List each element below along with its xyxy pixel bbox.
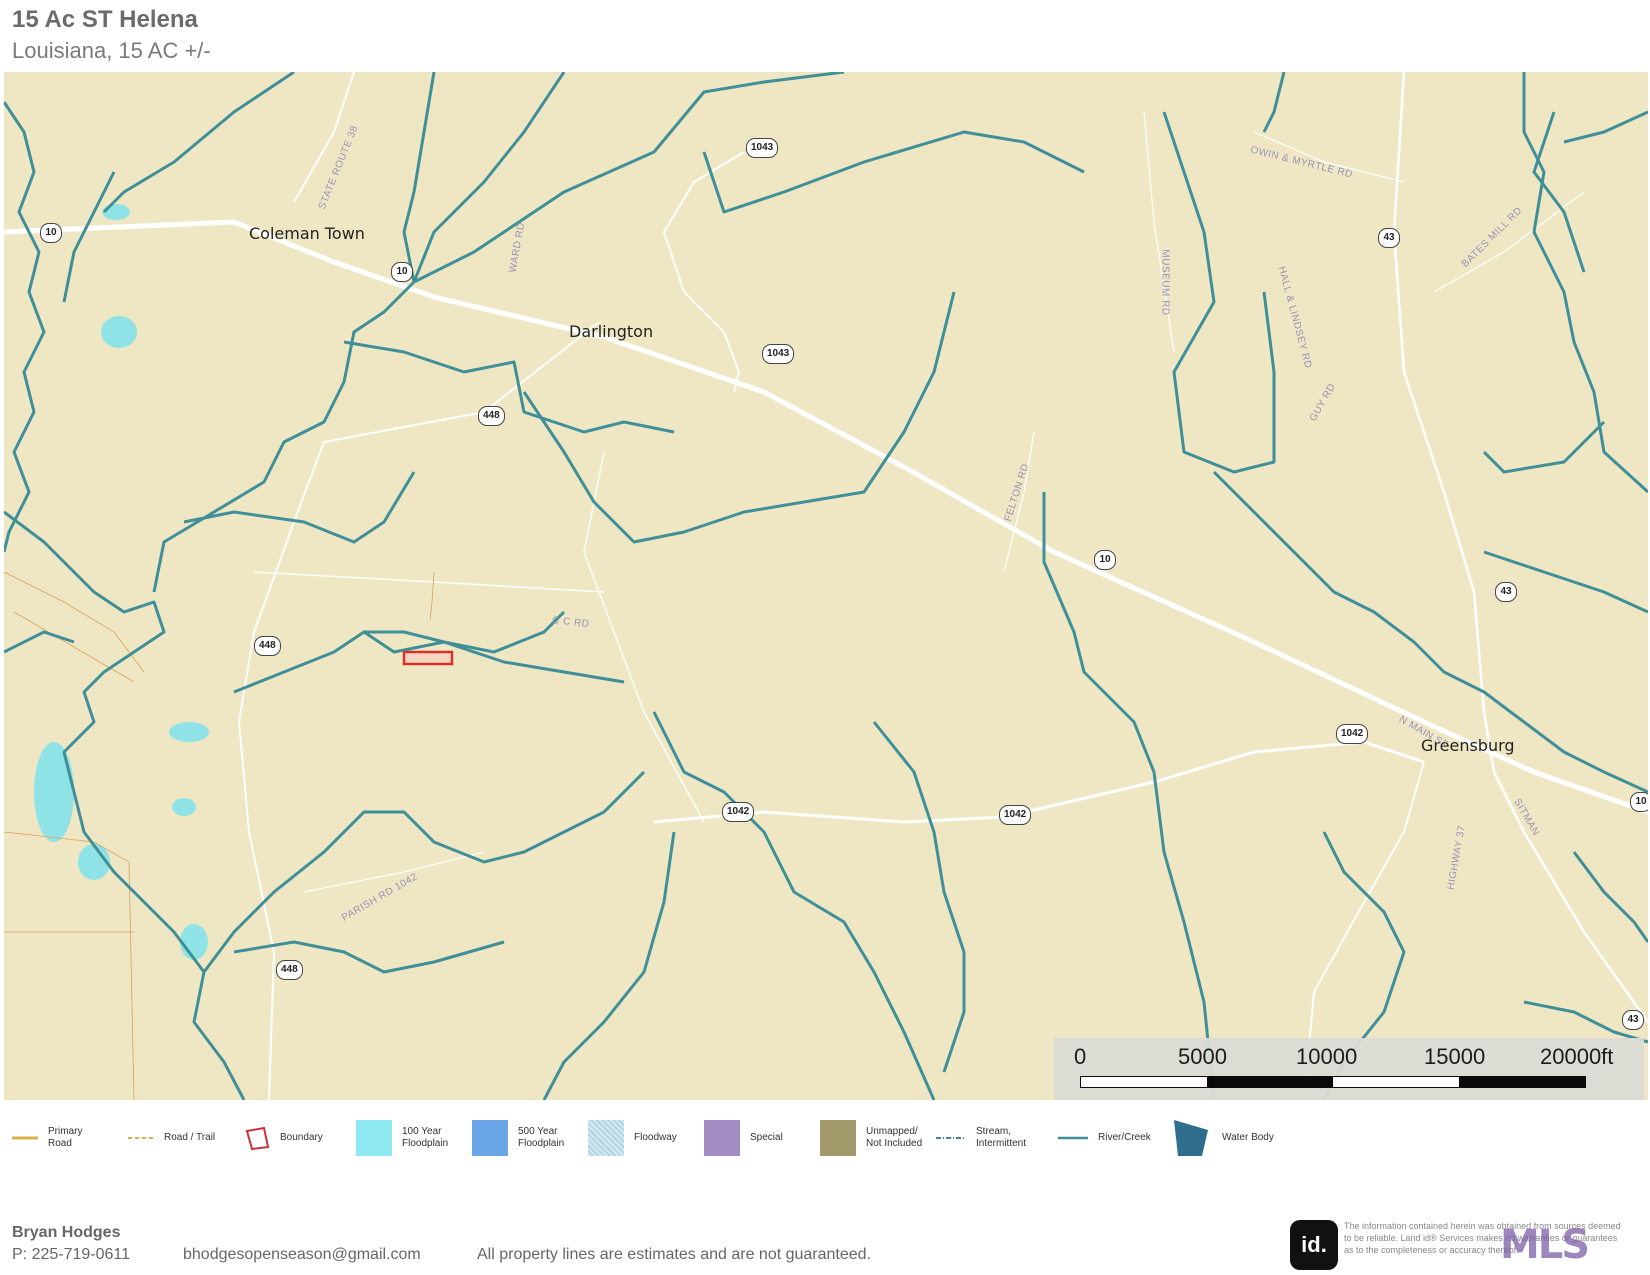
- stream-icon: [936, 1137, 966, 1139]
- scale-bar-panel: 0 5000 10000 15000 20000ft: [1054, 1038, 1644, 1100]
- agent-phone[interactable]: P: 225-719-0611: [12, 1246, 130, 1264]
- scale-bar: [1080, 1076, 1586, 1088]
- route-shield: 1042: [1336, 724, 1369, 744]
- route-shield: 1042: [722, 802, 755, 822]
- water-body-icon: [1174, 1120, 1208, 1156]
- legend-item-floodway: Floodway: [588, 1118, 694, 1158]
- page-title: 15 Ac ST Helena: [12, 6, 198, 33]
- map-canvas[interactable]: Coleman Town Darlington Greensburg STATE…: [4, 72, 1648, 1100]
- parcel-lines: [4, 571, 435, 1100]
- route-shield: 10: [391, 262, 413, 282]
- water-bodies: [34, 204, 209, 960]
- legend-item-stream: Stream, Intermittent: [936, 1118, 1036, 1158]
- special-icon: [704, 1120, 740, 1156]
- route-shield: 448: [276, 960, 303, 980]
- scale-tick: 10000: [1296, 1044, 1358, 1069]
- subject-parcel[interactable]: [402, 650, 454, 666]
- boundary-icon: [245, 1126, 270, 1151]
- legend-item-primary-road: Primary Road: [12, 1118, 108, 1158]
- legend-item-road-trail: Road / Trail: [128, 1118, 224, 1158]
- legend-item-floodplain-500: 500 Year Floodplain: [472, 1118, 578, 1158]
- route-shield: 1042: [999, 805, 1032, 825]
- place-coleman-town: Coleman Town: [249, 224, 365, 243]
- scale-tick: 5000: [1178, 1044, 1227, 1069]
- route-shield: 43: [1495, 582, 1517, 602]
- route-shield: 43: [1622, 1010, 1644, 1030]
- road-trail-icon: [128, 1137, 154, 1139]
- scale-tick: 15000: [1424, 1044, 1486, 1069]
- unmapped-icon: [820, 1120, 856, 1156]
- legend-item-special: Special: [704, 1118, 810, 1158]
- road-label-museum-rd: MUSEUM RD: [1159, 249, 1171, 316]
- route-shield: 10: [1630, 792, 1648, 812]
- scale-tick: 20000ft: [1540, 1044, 1614, 1069]
- legend-item-unmapped: Unmapped/ Not Included: [820, 1118, 926, 1158]
- land-id-logo: id.: [1290, 1220, 1338, 1270]
- floodway-icon: [588, 1120, 624, 1156]
- river-icon: [1058, 1136, 1088, 1140]
- legend-item-river: River/Creek: [1058, 1118, 1158, 1158]
- route-shield: 10: [1094, 550, 1116, 570]
- property-lines-note: All property lines are estimates and are…: [477, 1246, 872, 1263]
- route-shield: 10: [40, 223, 62, 243]
- legend-item-floodplain-100: 100 Year Floodplain: [356, 1118, 462, 1158]
- floodplain-500-icon: [472, 1120, 508, 1156]
- route-shield: 1043: [746, 138, 779, 158]
- map-legend: Primary Road Road / Trail Boundary 100 Y…: [12, 1118, 1312, 1158]
- floodplain-100-icon: [356, 1120, 392, 1156]
- mls-logo: MLS: [1500, 1222, 1590, 1268]
- agent-email[interactable]: bhodgesopenseason@gmail.com: [183, 1246, 421, 1264]
- route-shield: 43: [1378, 228, 1400, 248]
- route-shield: 448: [478, 406, 505, 426]
- agent-name: Bryan Hodges: [12, 1224, 121, 1241]
- scale-tick: 0: [1074, 1044, 1087, 1069]
- legend-item-boundary: Boundary: [244, 1118, 340, 1158]
- route-shield: 448: [254, 636, 281, 656]
- page-subtitle: Louisiana, 15 AC +/-: [12, 38, 211, 63]
- legend-item-water-body: Water Body: [1174, 1118, 1282, 1158]
- route-shield: 1043: [762, 344, 795, 364]
- primary-road-icon: [12, 1136, 38, 1140]
- place-darlington: Darlington: [569, 322, 654, 341]
